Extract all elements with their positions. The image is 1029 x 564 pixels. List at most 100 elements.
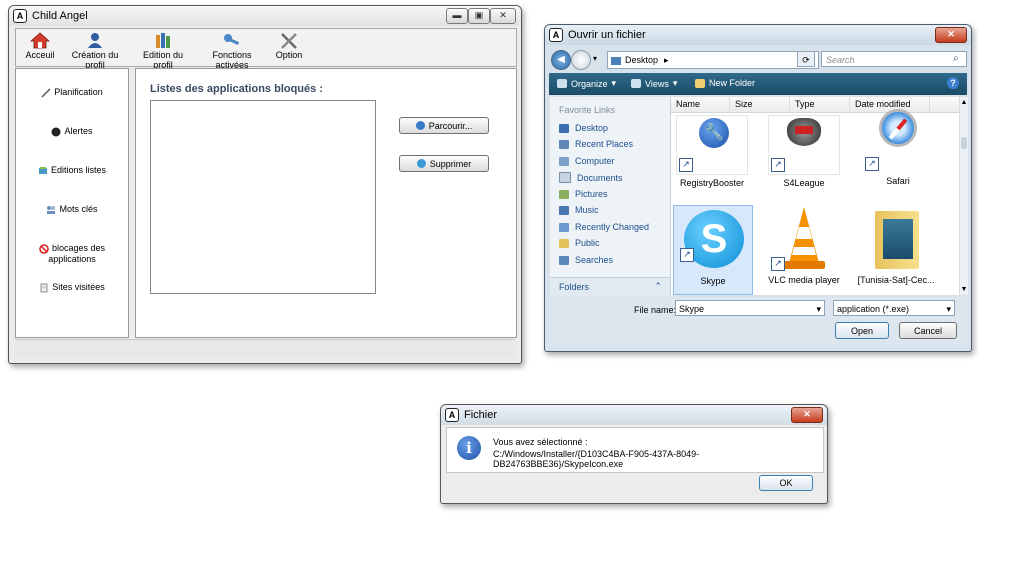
sidebar-item-label: Mots clés [59,204,98,214]
toolbar-create-profile-button[interactable]: Création du profil [61,32,129,70]
window-title: Child Angel [32,10,88,22]
folders-toggle[interactable]: Folders ⌃ [550,277,670,296]
recent-dropdown-icon[interactable]: ▾ [593,54,597,63]
sidebar-item-planification[interactable]: Planification [16,87,128,98]
pen-icon [41,88,51,98]
views-icon [631,79,641,88]
address-row: ◀ ▾ Desktop▸ ▾ ⟳ Search ⌕ [549,49,967,71]
close-button[interactable]: ✕ [490,8,516,24]
toolbar-option-button[interactable]: Option [271,32,307,60]
column-size[interactable]: Size [735,99,753,109]
title-bar[interactable]: A Fichier ✕ [441,405,827,425]
recently-changed-icon [559,222,569,232]
window-title: Fichier [464,409,498,421]
search-input[interactable]: Search [821,51,967,67]
file-name-value: Skype [679,304,705,314]
file-name: VLC media player [768,275,840,285]
search-icon[interactable]: ⌕ [953,53,959,64]
close-button[interactable]: ✕ [791,407,823,423]
vlc-cone-icon: ↗ [769,205,839,273]
nav-link-public[interactable]: Public [559,238,600,248]
nav-link-label: Recently Changed [575,222,650,232]
nav-link-music[interactable]: Music [559,205,599,215]
chevron-down-icon: ▾ [946,304,951,314]
dialog-bottom-area: File name: Skype ▾ application (*.exe) ▾… [549,297,967,347]
open-button[interactable]: Open [835,322,889,339]
toolbar-home-button[interactable]: Acceuil [22,32,58,60]
desktop-icon [559,123,569,133]
column-separator[interactable] [929,97,930,112]
title-bar[interactable]: A Child Angel ▬ ▣ ✕ [9,6,521,26]
address-text: Desktop [625,55,659,65]
nav-link-label: Pictures [575,189,608,199]
toolbar-create-profile-label: Création du profil [71,50,119,70]
forbidden-icon [39,243,49,254]
sidebar-item-editions-listes[interactable]: Editions listes [16,165,128,176]
forward-button[interactable] [571,50,591,70]
nav-link-desktop[interactable]: Desktop [559,123,608,133]
sidebar-item-blocages[interactable]: blocages des applications [16,243,128,264]
close-button[interactable]: ✕ [935,27,967,43]
title-bar[interactable]: A Ouvrir un fichier ✕ [545,25,971,45]
shortcut-arrow-icon: ↗ [771,257,785,271]
refresh-button[interactable]: ⟳ [797,51,815,67]
blocked-apps-listbox[interactable] [150,100,376,294]
tools-icon [281,33,297,49]
nav-link-pictures[interactable]: Pictures [559,189,608,199]
views-label: Views [645,78,669,89]
organize-button[interactable]: Organize ▾ [557,78,616,89]
nav-link-searches[interactable]: Searches [559,255,613,265]
delete-label: Supprimer [429,158,472,169]
help-icon[interactable]: ? [947,77,959,89]
sidebar-item-label: Alertes [64,126,93,136]
column-separator[interactable] [729,97,730,112]
scrollbar-thumb[interactable] [961,137,967,149]
sidebar-item-label: blocages des applications [48,243,106,264]
chevron-down-icon[interactable]: ▾ [816,301,821,317]
sidebar-item-alertes[interactable]: Alertes [16,126,128,137]
column-date-modified[interactable]: Date modified [855,99,911,109]
documents-icon [559,172,571,183]
new-folder-button[interactable]: New Folder [695,78,755,88]
file-type-select[interactable]: application (*.exe) ▾ [833,300,955,316]
file-item-tunisia-sat[interactable]: [Tunisia-Sat]-Cec... [857,205,935,285]
cancel-button[interactable]: Cancel [899,322,957,339]
vertical-scrollbar[interactable]: ▲ ▼ [959,97,968,295]
nav-link-computer[interactable]: Computer [559,156,615,166]
nav-link-recently-changed[interactable]: Recently Changed [559,222,649,232]
side-panel: Planification Alertes Editions listes Mo… [15,68,129,338]
views-button[interactable]: Views ▾ [631,78,677,89]
address-bar[interactable]: Desktop▸ ▾ [607,51,819,69]
sidebar-item-sites-visitees[interactable]: Sites visitées [16,282,128,293]
file-name-input[interactable]: Skype ▾ [675,300,825,316]
file-name: S4League [783,178,825,188]
column-separator[interactable] [789,97,790,112]
column-name[interactable]: Name [676,99,700,109]
scroll-down-icon[interactable]: ▼ [960,286,968,293]
delete-button[interactable]: Supprimer [399,155,489,172]
column-type[interactable]: Type [795,99,815,109]
ok-button[interactable]: OK [759,475,813,491]
file-item-registrybooster[interactable]: 🔧 ↗ RegistryBooster [673,115,751,188]
browse-button[interactable]: Parcourir... [399,117,489,134]
file-item-safari[interactable]: ↗ Safari [859,109,937,186]
file-item-s4league[interactable]: ↗ S4League [765,115,843,188]
sidebar-item-mots-cles[interactable]: Mots clés [16,204,128,215]
file-item-skype[interactable]: S ↗ Skype [673,205,753,295]
app-logo-icon: A [445,408,459,422]
back-button[interactable]: ◀ [551,50,571,70]
scroll-up-icon[interactable]: ▲ [960,99,968,106]
column-separator[interactable] [849,97,850,112]
app-logo-icon: A [13,9,27,23]
maximize-button[interactable]: ▣ [468,8,490,24]
file-item-vlc[interactable]: ↗ VLC media player [765,205,843,285]
chevron-down-icon: ▾ [672,78,678,88]
folder-icon [695,78,705,88]
toolbar-active-functions-button[interactable]: Fonctions activées [197,32,267,70]
browse-icon [415,121,425,130]
toolbar-edit-profile-button[interactable]: Edition du profil [133,32,193,70]
nav-link-documents[interactable]: Documents [559,172,623,183]
shortcut-arrow-icon: ↗ [865,157,879,171]
nav-link-recent-places[interactable]: Recent Places [559,139,633,149]
minimize-button[interactable]: ▬ [446,8,468,24]
